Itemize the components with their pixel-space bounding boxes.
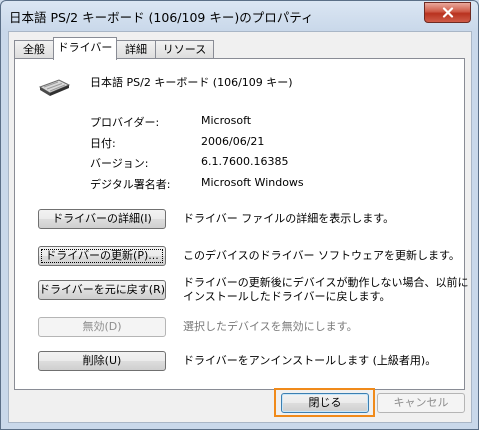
update-driver-button[interactable]: ドライバーの更新(P)... bbox=[38, 246, 166, 266]
cancel-button[interactable]: キャンセル bbox=[377, 393, 465, 413]
rollback-driver-description-line2: インストールしたドライバーに戻します。 bbox=[183, 290, 391, 303]
version-label: バージョン: bbox=[90, 157, 149, 170]
driver-details-description: ドライバー ファイルの詳細を表示します。 bbox=[183, 212, 395, 225]
update-driver-description: このデバイスのドライバー ソフトウェアを更新します。 bbox=[183, 249, 460, 262]
tab-driver[interactable]: ドライバー bbox=[53, 37, 117, 60]
uninstall-driver-description: ドライバーをアンインストールします (上級者用)。 bbox=[183, 354, 437, 367]
close-icon bbox=[442, 7, 453, 18]
title-bar[interactable]: 日本語 PS/2 キーボード (106/109 キー)のプロパティ bbox=[1, 1, 478, 31]
signer-label: デジタル署名者: bbox=[90, 178, 171, 191]
keyboard-icon bbox=[38, 79, 71, 96]
rollback-driver-button[interactable]: ドライバーを元に戻す(R) bbox=[38, 280, 166, 300]
tab-resources[interactable]: リソース bbox=[155, 40, 214, 59]
tab-details[interactable]: 詳細 bbox=[116, 40, 156, 59]
properties-window: 日本語 PS/2 キーボード (106/109 キー)のプロパティ 全般 ドライ… bbox=[0, 0, 479, 430]
version-value: 6.1.7600.16385 bbox=[201, 155, 289, 168]
tab-general[interactable]: 全般 bbox=[14, 40, 54, 59]
window-close-button[interactable] bbox=[424, 2, 471, 23]
date-label: 日付: bbox=[90, 137, 116, 150]
dialog-client-area: 全般 ドライバー 詳細 リソース 日本語 PS/2 キーボード (106/109… bbox=[8, 31, 472, 423]
signer-value: Microsoft Windows bbox=[201, 176, 304, 189]
date-value: 2006/06/21 bbox=[201, 135, 265, 148]
disable-device-button[interactable]: 無効(D) bbox=[38, 317, 166, 337]
window-title: 日本語 PS/2 キーボード (106/109 キー)のプロパティ bbox=[9, 10, 314, 25]
rollback-driver-description-line1: ドライバーの更新後にデバイスが動作しない場合、以前に bbox=[183, 276, 469, 289]
device-name: 日本語 PS/2 キーボード (106/109 キー) bbox=[90, 76, 293, 89]
uninstall-driver-button[interactable]: 削除(U) bbox=[38, 351, 166, 371]
close-button[interactable]: 閉じる bbox=[281, 393, 369, 413]
driver-details-button[interactable]: ドライバーの詳細(I) bbox=[38, 209, 166, 229]
driver-tab-panel: 日本語 PS/2 キーボード (106/109 キー) プロバイダー: Micr… bbox=[14, 58, 469, 390]
provider-label: プロバイダー: bbox=[90, 116, 160, 129]
disable-device-description: 選択したデバイスを無効にします。 bbox=[183, 320, 358, 333]
provider-value: Microsoft bbox=[201, 114, 252, 127]
